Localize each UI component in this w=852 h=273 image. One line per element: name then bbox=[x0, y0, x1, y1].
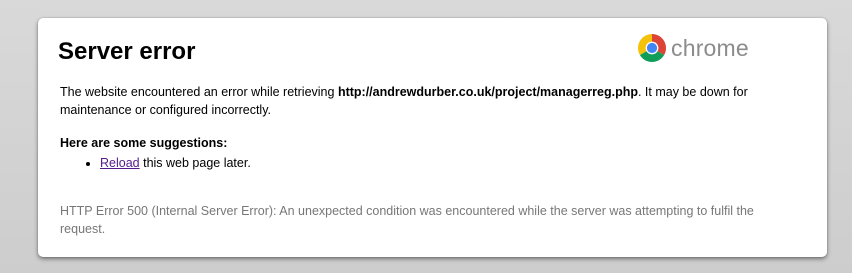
suggestion-item: Reload this web page later. bbox=[100, 154, 251, 172]
reload-link[interactable]: Reload bbox=[100, 156, 140, 170]
suggestion-text: this web page later. bbox=[139, 156, 251, 170]
chrome-logo-icon bbox=[637, 33, 667, 63]
chrome-wordmark: chrome bbox=[671, 34, 749, 61]
suggestions-list: Reload this web page later. bbox=[60, 154, 251, 172]
description-prefix: The website encountered an error while r… bbox=[60, 85, 338, 99]
suggestions-heading: Here are some suggestions: bbox=[60, 136, 228, 150]
error-detail: HTTP Error 500 (Internal Server Error): … bbox=[60, 204, 754, 236]
page-title: Server error bbox=[58, 38, 196, 65]
chrome-brand: chrome bbox=[637, 33, 749, 63]
error-card: Server error chrome The website encounte… bbox=[38, 18, 827, 257]
error-description: The website encountered an error while r… bbox=[60, 83, 795, 119]
requested-url: http://andrewdurber.co.uk/project/manage… bbox=[337, 85, 638, 99]
